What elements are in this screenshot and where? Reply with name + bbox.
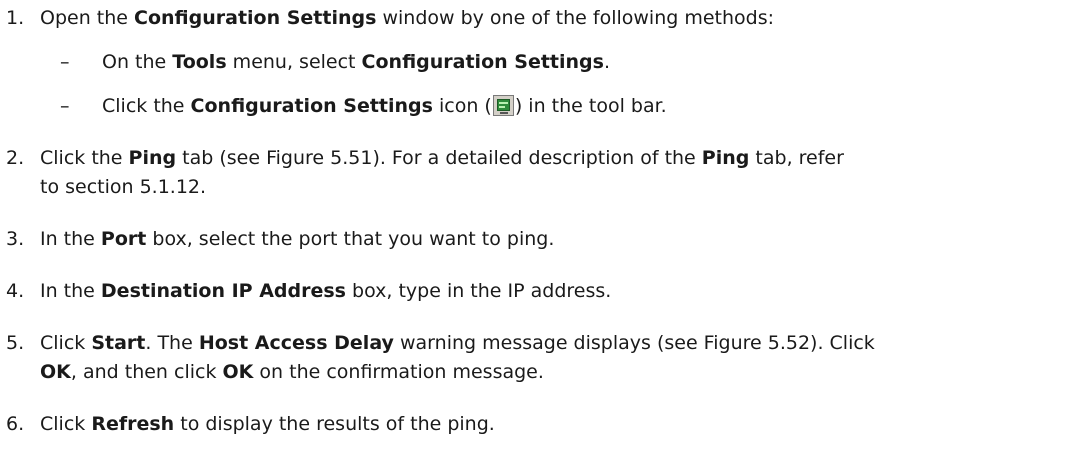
step-text: In the Destination IP Address box, type … [40,280,612,302]
procedure-document: 1. Open the Configuration Settings windo… [0,0,1087,467]
step-text: Click Refresh to display the results of … [40,413,495,435]
step-text: Click Start. The Host Access Delay warni… [40,332,875,354]
step-number: 1. [6,7,25,29]
substep-text: On the Tools menu, select Configuration … [102,51,610,73]
ui-term: Configuration Settings [361,51,604,73]
ui-term: Destination IP Address [100,280,346,302]
step-text: Open the Configuration Settings window b… [40,7,775,29]
step-number: 5. [6,332,25,354]
dash-bullet: – [60,51,70,73]
step-number: 2. [6,147,25,169]
step-text: Click the Ping tab (see Figure 5.51). Fo… [40,147,844,169]
configuration-settings-icon [492,95,514,116]
ui-term: Tools [172,51,227,73]
ui-term: Ping [128,147,177,169]
ui-term: Host Access Delay [198,332,394,354]
ui-term: Ping [701,147,750,169]
step-number: 4. [6,280,25,302]
ui-term: Port [100,228,147,250]
ui-term: OK [40,361,71,383]
ui-term: OK [222,361,254,383]
step-number: 3. [6,228,25,250]
ui-term: Configuration Settings [134,7,377,29]
step-text: OK, and then click OK on the confirmatio… [40,361,544,383]
step-number: 6. [6,413,25,435]
ui-term: Refresh [91,413,175,435]
dash-bullet: – [60,95,70,117]
ui-term: Configuration Settings [190,95,433,117]
step-text: In the Port box, select the port that yo… [40,228,555,250]
ui-term: Start [91,332,146,354]
step-text: to section 5.1.12. [40,176,207,198]
substep-text: Click the Configuration Settings icon ()… [102,95,667,117]
